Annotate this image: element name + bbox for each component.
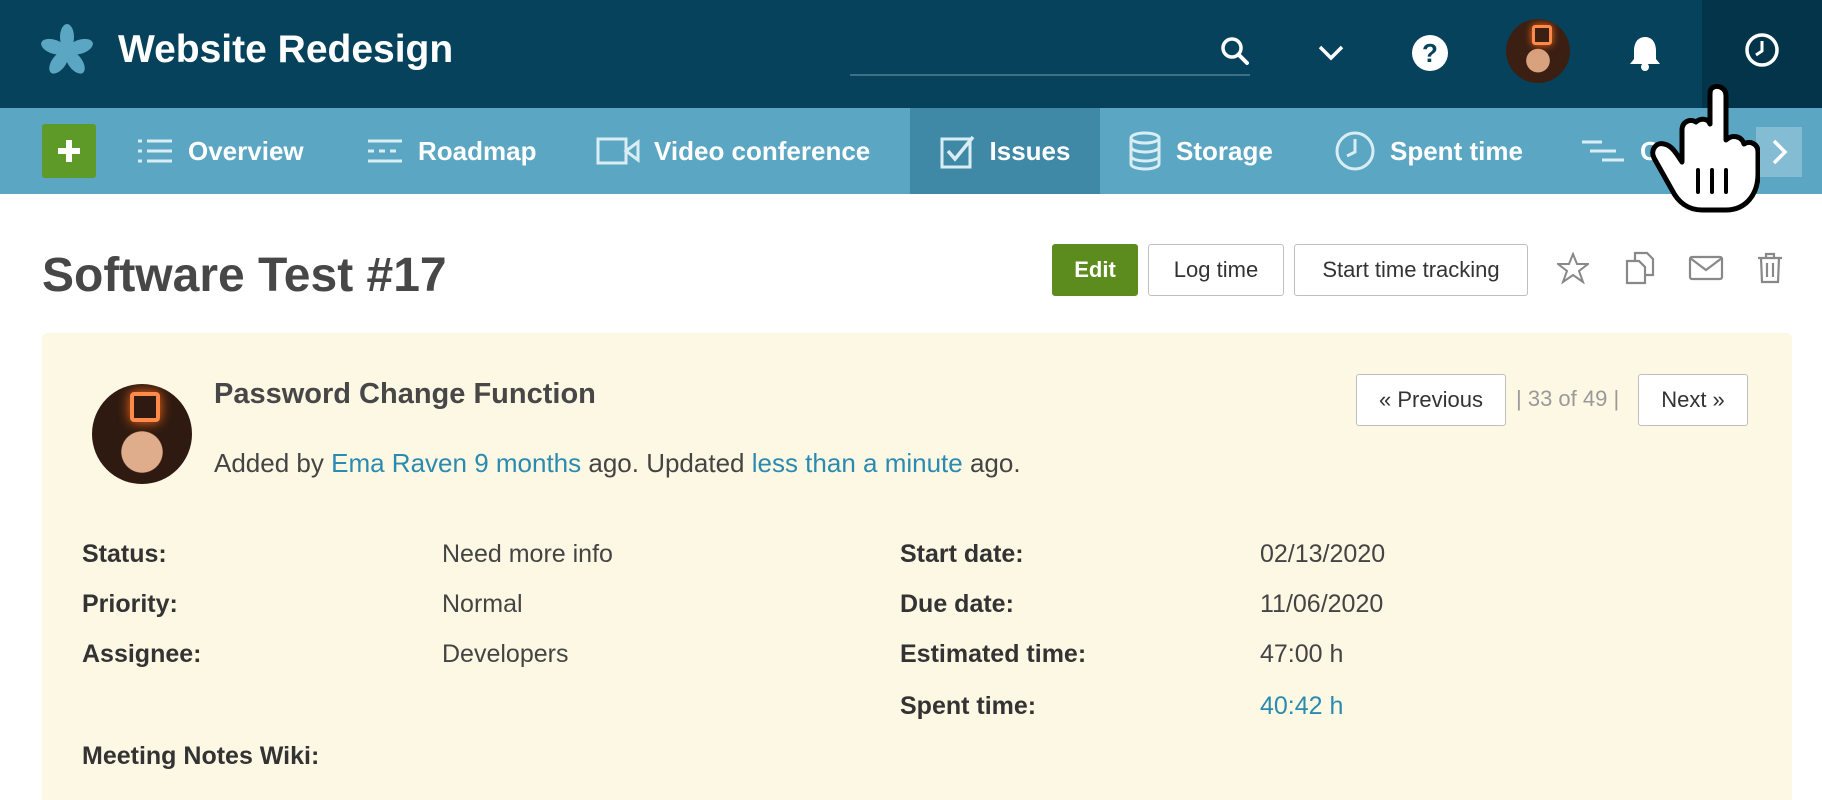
copy-button[interactable]	[1620, 248, 1660, 288]
help-button[interactable]: ?	[1397, 20, 1463, 86]
tab-overview[interactable]: Overview	[136, 108, 304, 194]
tab-spent-time[interactable]: Spent time	[1334, 108, 1523, 194]
due-date-label: Due date:	[900, 590, 1014, 618]
search-input[interactable]	[850, 28, 1204, 74]
svg-text:?: ?	[1422, 38, 1438, 68]
meta-updated-text: ago. Updated	[581, 448, 752, 478]
tab-issues-label: Issues	[989, 135, 1071, 166]
search-icon[interactable]	[1220, 36, 1250, 66]
tab-roadmap-label: Roadmap	[418, 135, 537, 166]
updated-time-link[interactable]: less than a minute	[752, 448, 963, 478]
delete-button[interactable]	[1750, 248, 1790, 288]
tab-video-conference-label: Video conference	[654, 135, 871, 166]
start-time-tracking-button[interactable]: Start time tracking	[1294, 244, 1528, 296]
clock-icon	[1745, 33, 1779, 67]
bell-icon	[1630, 37, 1660, 71]
search-box	[850, 28, 1250, 76]
menu-scroll-right-button[interactable]	[1756, 127, 1802, 177]
tab-storage-label: Storage	[1176, 135, 1273, 166]
chevron-down-icon	[1318, 45, 1344, 61]
issue-meta: Added by Ema Raven 9 months ago. Updated…	[214, 448, 1021, 479]
issue-pager-count: | 33 of 49 |	[1516, 386, 1620, 411]
meta-end-text: ago.	[962, 448, 1021, 478]
plus-icon	[58, 140, 80, 162]
star-icon	[1557, 252, 1589, 284]
log-time-button[interactable]: Log time	[1148, 244, 1284, 296]
added-by-text: Added by	[214, 448, 324, 478]
list-icon	[138, 139, 172, 163]
add-new-button[interactable]	[42, 124, 96, 178]
watch-button[interactable]	[1553, 248, 1593, 288]
copy-icon	[1625, 251, 1655, 285]
start-date-label: Start date:	[900, 540, 1024, 568]
start-date-value: 02/13/2020	[1260, 540, 1386, 568]
checkbox-icon	[940, 135, 974, 169]
roadmap-icon	[368, 139, 402, 163]
trash-icon	[1758, 252, 1782, 284]
notifications-button[interactable]	[1612, 20, 1678, 86]
logo-icon[interactable]	[40, 24, 94, 78]
project-menu: Overview Roadmap Video conference Issues	[0, 108, 1822, 194]
status-label: Status:	[82, 540, 167, 568]
tab-issues[interactable]: Issues	[910, 108, 1100, 194]
user-avatar[interactable]	[1506, 19, 1570, 83]
gantt-icon	[1582, 140, 1624, 162]
chevron-down-button[interactable]	[1298, 20, 1364, 86]
page-title: Software Test #17	[42, 249, 447, 302]
spent-time-label: Spent time:	[900, 692, 1037, 720]
author-avatar[interactable]	[92, 384, 192, 484]
next-issue-button[interactable]: Next »	[1638, 374, 1748, 426]
top-header: Website Redesign ?	[0, 0, 1822, 108]
assignee-label: Assignee:	[82, 640, 202, 668]
chevron-right-icon	[1772, 139, 1788, 165]
spent-time-link[interactable]: 40:42 h	[1260, 692, 1343, 721]
priority-value: Normal	[442, 590, 523, 618]
hand-pointer-cursor-icon	[1650, 83, 1760, 213]
priority-label: Priority:	[82, 590, 178, 618]
email-button[interactable]	[1686, 248, 1726, 288]
help-icon: ?	[1412, 35, 1448, 71]
created-time-link[interactable]: 9 months	[474, 448, 581, 478]
estimated-time-value: 47:00 h	[1260, 640, 1344, 668]
project-title[interactable]: Website Redesign	[118, 24, 453, 76]
due-date-value: 11/06/2020	[1260, 590, 1384, 618]
tab-roadmap[interactable]: Roadmap	[366, 108, 536, 194]
previous-issue-button[interactable]: « Previous	[1356, 374, 1506, 426]
edit-button[interactable]: Edit	[1052, 244, 1138, 296]
assignee-value: Developers	[442, 640, 569, 668]
tab-overview-label: Overview	[188, 135, 304, 166]
estimated-time-label: Estimated time:	[900, 640, 1087, 668]
clock-icon	[1335, 131, 1375, 171]
author-link[interactable]: Ema Raven	[331, 448, 467, 478]
envelope-icon	[1688, 255, 1724, 281]
tab-spent-time-label: Spent time	[1390, 135, 1523, 166]
meeting-notes-wiki-label: Meeting Notes Wiki:	[82, 742, 320, 770]
video-icon	[596, 137, 640, 165]
status-value: Need more info	[442, 540, 613, 568]
tab-video-conference[interactable]: Video conference	[596, 108, 870, 194]
tab-storage[interactable]: Storage	[1128, 108, 1273, 194]
issue-subject: Password Change Function	[214, 378, 596, 410]
database-icon	[1129, 131, 1161, 171]
